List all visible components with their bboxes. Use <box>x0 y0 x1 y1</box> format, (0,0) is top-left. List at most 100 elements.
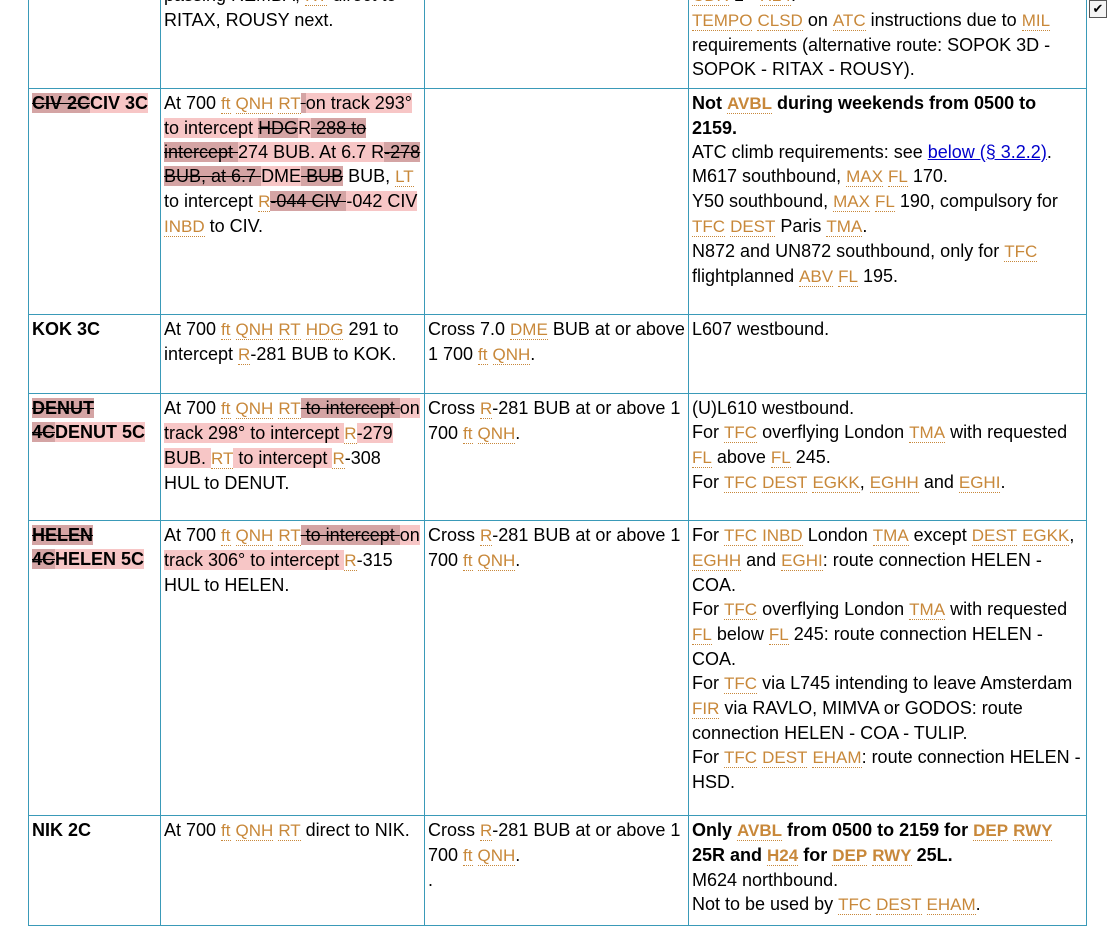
procedure-cell: HELEN 4CHELEN 5C <box>28 520 161 816</box>
text: on <box>802 10 833 30</box>
abbreviation: DEST <box>762 473 808 493</box>
abbreviation: DEST <box>971 526 1018 546</box>
text: BUB, <box>343 166 396 186</box>
abbreviation: TFC <box>724 674 758 694</box>
text: instructions due to <box>865 10 1022 30</box>
text: . <box>791 0 796 5</box>
text: 1 - <box>729 0 760 5</box>
abbreviation: RT <box>278 821 301 841</box>
text: overflying London <box>757 422 910 442</box>
abbreviation: R <box>480 821 493 841</box>
abbreviation: QNH <box>477 846 516 866</box>
remarks-cell: CDR 1 - H24. TEMPO CLSD on ATC instructio… <box>688 0 1087 89</box>
abbreviation: TFC <box>724 423 758 443</box>
text: above <box>711 447 771 467</box>
text: . <box>515 423 521 443</box>
abbreviation: EGKK <box>812 473 860 493</box>
abbreviation: QNH <box>235 821 274 841</box>
abbreviation: QNH <box>492 345 531 365</box>
text: At 700 <box>164 525 222 545</box>
abbreviation: TMA <box>909 423 946 443</box>
abbreviation: QNH <box>477 424 516 444</box>
text: . <box>530 344 536 364</box>
abbreviation: QNH <box>235 320 274 340</box>
remarks-cell: For TFC INBD London TMA except DEST EGKK… <box>688 520 1087 816</box>
abbreviation: RWY <box>872 846 912 866</box>
text: except <box>908 525 972 545</box>
abbreviation: R <box>344 551 357 571</box>
abbreviation: LT <box>395 167 414 187</box>
deleted-text: to intercept <box>300 525 400 545</box>
text: At 700 <box>164 820 222 840</box>
abbreviation: EGHH <box>692 551 742 571</box>
deleted-text: -044 CIV <box>270 191 347 211</box>
text: to CIV. <box>204 216 263 236</box>
text: Not to be used by <box>692 894 839 914</box>
abbreviation: ft <box>221 94 231 114</box>
instructions-cell: At 700 ft QNH RT to intercept on track 3… <box>160 520 425 816</box>
abbreviation: QNH <box>235 94 274 114</box>
text: L607 westbound. <box>692 319 830 339</box>
text <box>473 550 478 570</box>
text: At 700 <box>164 398 222 418</box>
deleted-text <box>300 93 306 113</box>
abbreviation: AVBL <box>737 821 783 841</box>
abbreviation: RT <box>305 0 328 6</box>
abbreviation: R <box>344 424 357 444</box>
text <box>473 845 478 865</box>
abbreviation: DEST <box>876 895 922 915</box>
abbreviation: TMA <box>909 600 946 620</box>
abbreviation: ft <box>478 345 488 365</box>
abbreviation: CDR <box>692 0 729 6</box>
inserted-text: -042 CIV <box>346 191 418 211</box>
altitude-cell: Cross 7.0 DME BUB at or above 1 700 ft Q… <box>424 314 689 394</box>
abbreviation: R <box>480 399 493 419</box>
text: Cross <box>428 398 481 418</box>
abbreviation: FL <box>768 625 789 645</box>
text: via RAVLO, MIMVA or GODOS: route connect… <box>692 698 1023 743</box>
table-row: HELEN 4CHELEN 5C At 700 ft QNH RT to inte… <box>28 520 1087 816</box>
abbreviation: R <box>258 192 271 212</box>
deleted-text: HDG <box>258 118 299 138</box>
text: passing REMBA, <box>164 0 305 5</box>
abbreviation: FL <box>838 267 858 287</box>
text: and <box>918 472 959 492</box>
table-row: KOK 3C At 700 ft QNH RT HDG 291 to interc… <box>28 314 1087 394</box>
checkbox[interactable]: ✔ <box>1089 0 1107 18</box>
inserted-text: to intercept <box>233 448 333 468</box>
abbreviation: EHAM <box>812 748 862 768</box>
procedure-cell <box>28 0 161 89</box>
abbreviation: ft <box>463 424 473 444</box>
instructions-cell: At 700 ft QNH RT on track 293° to interc… <box>160 88 425 315</box>
text <box>488 344 493 364</box>
text: -281 BUB to KOK. <box>250 344 397 364</box>
text: 170. <box>907 166 948 186</box>
text: flightplanned <box>692 266 800 286</box>
text: For <box>692 422 725 442</box>
text: , <box>859 472 870 492</box>
abbreviation: ft <box>221 526 231 546</box>
section-link[interactable]: below (§ 3.2.2) <box>928 142 1047 162</box>
abbreviation: R <box>480 526 493 546</box>
abbreviation: INBD <box>762 526 803 546</box>
abbreviation: DME <box>510 320 548 340</box>
abbreviation: RT <box>278 399 301 419</box>
abbreviation: TFC <box>724 526 758 546</box>
bold-text: Only <box>692 820 738 840</box>
text <box>473 423 478 443</box>
inserted-text: CIV 3C <box>90 93 149 113</box>
remarks-cell: Only AVBL from 0500 to 2159 for DEP RWY … <box>688 815 1087 926</box>
text: M624 northbound. <box>692 870 839 890</box>
deleted-text: to intercept <box>300 398 400 418</box>
text: . <box>862 216 868 236</box>
abbreviation: MAX <box>833 192 870 212</box>
bold-text: for <box>798 845 833 865</box>
abbreviation: AVBL <box>727 94 773 114</box>
instructions-cell: passing REMBA, RT direct to RITAX, ROUSY… <box>160 0 425 89</box>
abbreviation: DEP <box>832 846 868 866</box>
abbreviation: QNH <box>235 526 274 546</box>
text: 245. <box>790 447 831 467</box>
text <box>231 398 236 418</box>
abbreviation: DEST <box>762 748 808 768</box>
abbreviation: TFC <box>724 748 758 768</box>
